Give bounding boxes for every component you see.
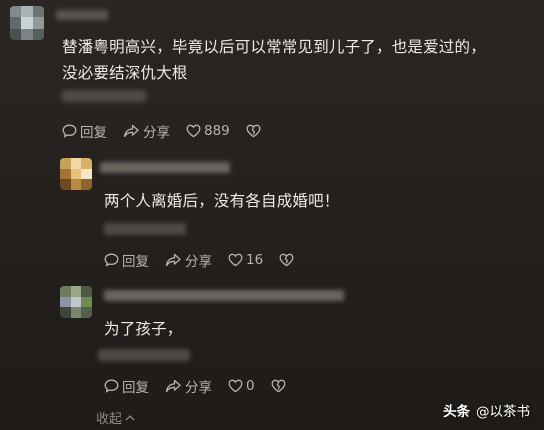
reply-comment-1: 两个人离婚后，没有各自成婚吧！ 回复 分享 16 xyxy=(0,150,544,275)
reply-button[interactable]: 回复 xyxy=(104,250,149,270)
reply-label: 回复 xyxy=(80,125,107,141)
dislike-button[interactable] xyxy=(271,379,289,393)
comment-1: 替潘粤明高兴，毕竟以后可以常常见到儿子了，也是爱过的， 没必要结深仇大根 回复 … xyxy=(0,0,544,145)
username-blurred[interactable] xyxy=(56,10,108,20)
chat-bubble-icon xyxy=(104,379,119,393)
like-count: 0 xyxy=(246,378,255,394)
watermark: 头条 @以茶书 xyxy=(443,400,530,420)
share-arrow-icon xyxy=(165,253,181,267)
avatar[interactable] xyxy=(60,286,92,318)
share-arrow-icon xyxy=(123,124,139,138)
avatar[interactable] xyxy=(10,6,44,40)
comment-actions: 回复 分享 0 xyxy=(104,376,305,396)
meta-blurred xyxy=(62,90,146,102)
comment-text: 两个人离婚后，没有各自成婚吧！ xyxy=(104,188,340,214)
broken-heart-icon xyxy=(279,253,294,267)
watermark-platform: 头条 xyxy=(443,404,470,420)
broken-heart-icon xyxy=(246,124,261,138)
like-button[interactable]: 889 xyxy=(186,123,230,139)
share-label: 分享 xyxy=(185,380,212,396)
like-count: 889 xyxy=(204,123,230,139)
like-button[interactable]: 0 xyxy=(228,378,255,394)
share-button[interactable]: 分享 xyxy=(165,376,212,396)
comment-text-line: 替潘粤明高兴，毕竟以后可以常常见到儿子了，也是爱过的， xyxy=(62,38,486,56)
share-button[interactable]: 分享 xyxy=(165,250,212,270)
collapse-label: 收起 xyxy=(96,412,123,427)
comment-text: 替潘粤明高兴，毕竟以后可以常常见到儿子了，也是爱过的， 没必要结深仇大根 xyxy=(62,34,486,86)
comment-text-line: 没必要结深仇大根 xyxy=(62,64,188,82)
reply-label: 回复 xyxy=(122,254,149,270)
heart-icon xyxy=(228,253,243,267)
heart-icon xyxy=(186,124,201,138)
username-blurred[interactable] xyxy=(100,162,230,173)
heart-icon xyxy=(228,379,243,393)
like-count: 16 xyxy=(246,252,264,268)
username-blurred[interactable] xyxy=(104,290,344,301)
share-label: 分享 xyxy=(185,254,212,270)
share-arrow-icon xyxy=(165,379,181,393)
reply-button[interactable]: 回复 xyxy=(104,376,149,396)
avatar[interactable] xyxy=(60,158,92,190)
share-label: 分享 xyxy=(143,125,170,141)
comment-text-line: 为了孩子， xyxy=(104,320,183,338)
comment-text-line: 两个人离婚后，没有各自成婚吧！ xyxy=(104,192,340,210)
chat-bubble-icon xyxy=(62,124,77,138)
comment-actions: 回复 分享 889 xyxy=(62,121,280,141)
broken-heart-icon xyxy=(271,379,286,393)
dislike-button[interactable] xyxy=(279,253,297,267)
comment-actions: 回复 分享 16 xyxy=(104,250,313,270)
chat-bubble-icon xyxy=(104,253,119,267)
chevron-up-icon xyxy=(125,414,135,420)
watermark-account: @以茶书 xyxy=(476,404,530,420)
dislike-button[interactable] xyxy=(246,124,264,138)
reply-comment-2: 为了孩子， 回复 分享 0 xyxy=(0,280,544,405)
meta-blurred xyxy=(104,223,186,235)
reply-button[interactable]: 回复 xyxy=(62,121,107,141)
meta-blurred xyxy=(98,349,190,361)
comment-text: 为了孩子， xyxy=(104,316,183,342)
collapse-replies-button[interactable]: 收起 xyxy=(96,408,136,427)
share-button[interactable]: 分享 xyxy=(123,121,170,141)
reply-label: 回复 xyxy=(122,380,149,396)
like-button[interactable]: 16 xyxy=(228,252,263,268)
